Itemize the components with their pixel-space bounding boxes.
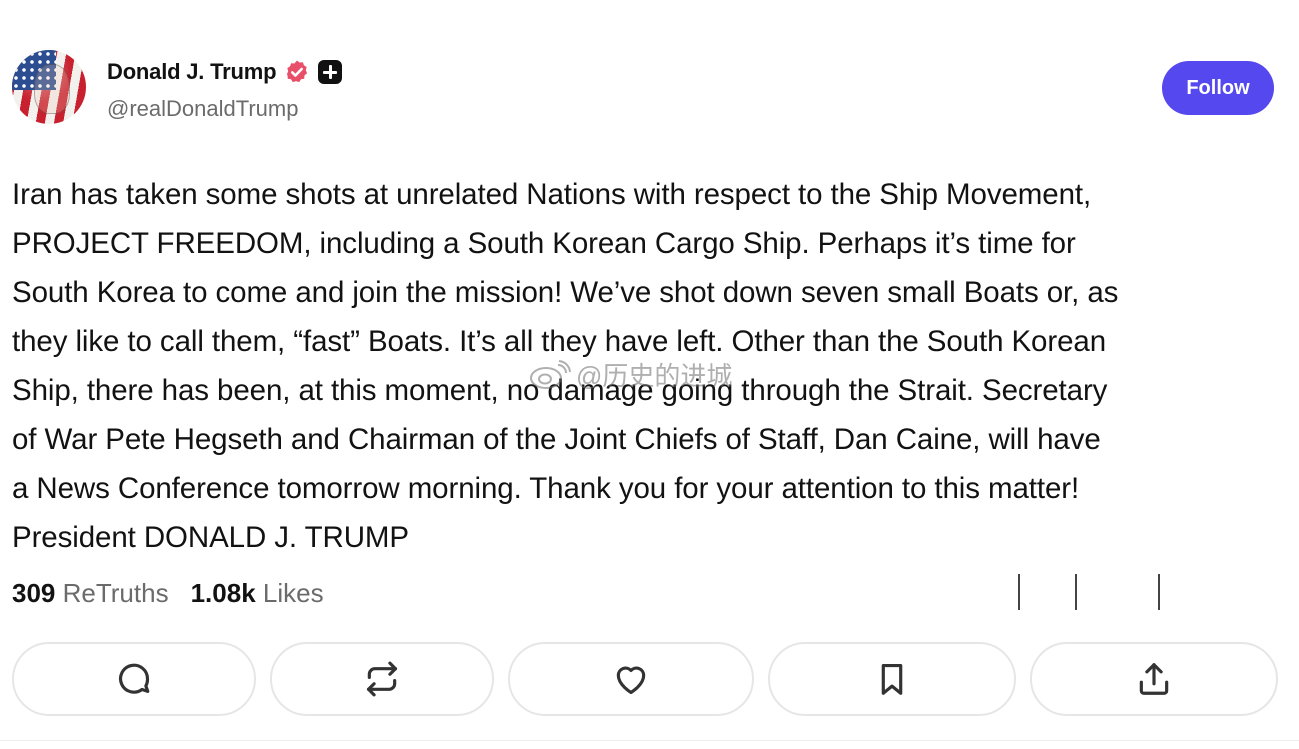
bookmark-button[interactable] — [768, 642, 1016, 716]
post-stats: 309 ReTruths 1.08k Likes — [12, 578, 346, 609]
retruths-label: ReTruths — [62, 578, 169, 608]
share-button[interactable] — [1030, 642, 1278, 716]
reply-button[interactable] — [12, 642, 256, 716]
avatar-face — [34, 64, 70, 114]
plus-badge-icon — [318, 60, 343, 84]
likes-stat[interactable]: 1.08k Likes — [191, 578, 324, 609]
follow-button[interactable]: Follow — [1162, 61, 1274, 115]
share-icon — [1139, 663, 1169, 695]
divider-mark — [1158, 574, 1160, 610]
divider-mark — [1075, 574, 1077, 610]
author-handle[interactable]: @realDonaldTrump — [107, 96, 298, 122]
like-button[interactable] — [508, 642, 754, 716]
verified-badge-icon — [287, 60, 308, 83]
likes-count: 1.08k — [190, 578, 256, 608]
heart-icon — [616, 666, 646, 695]
likes-label: Likes — [262, 578, 324, 608]
bottom-divider — [0, 740, 1299, 741]
retruths-stat[interactable]: 309 ReTruths — [12, 578, 169, 609]
comment-icon — [118, 663, 150, 694]
watermark: @历史的进城 — [528, 356, 732, 393]
author-name[interactable]: Donald J. Trump — [107, 59, 277, 85]
weibo-logo-icon — [530, 359, 571, 389]
retruths-count: 309 — [12, 578, 56, 608]
retruth-button[interactable] — [270, 642, 494, 716]
author-name-row: Donald J. Trump — [107, 57, 343, 87]
bookmark-icon — [881, 663, 903, 695]
divider-mark — [1018, 574, 1020, 610]
avatar[interactable] — [12, 50, 86, 124]
repost-icon — [366, 661, 398, 697]
watermark-text: @历史的进城 — [576, 361, 733, 391]
